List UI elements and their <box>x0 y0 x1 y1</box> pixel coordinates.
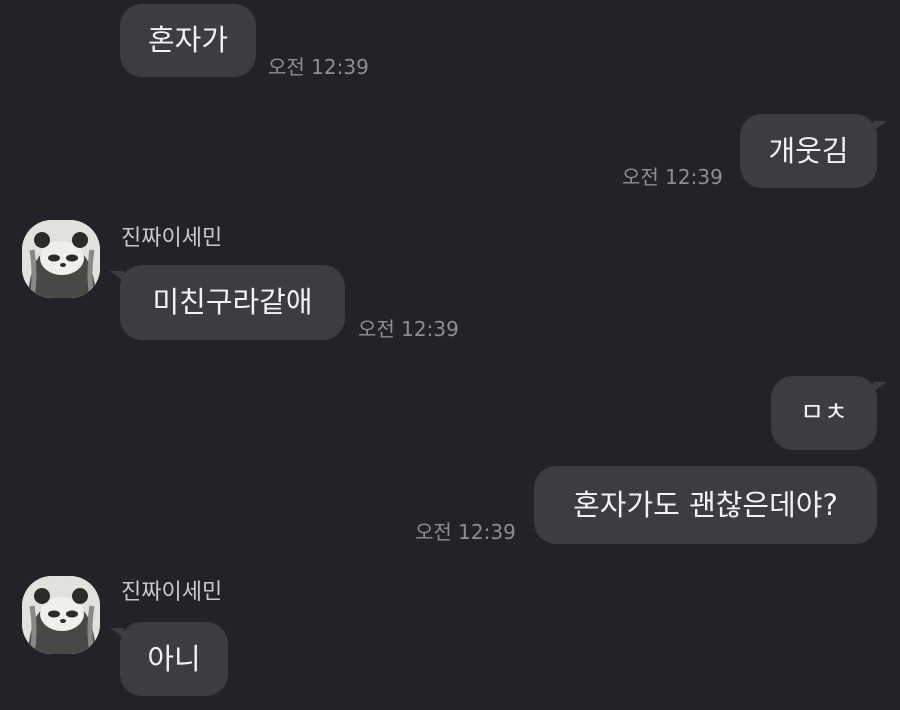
sender-avatar[interactable] <box>22 220 100 298</box>
message-text: 혼자가도 괜찮은데야? <box>573 487 838 522</box>
sender-avatar[interactable] <box>22 576 100 654</box>
message-bubble[interactable]: 미친구라같애 <box>120 265 345 340</box>
message-bubble[interactable]: ㅁㅊ <box>771 376 877 450</box>
message-text: 미친구라같애 <box>152 285 313 319</box>
message-bubble[interactable]: 개웃김 <box>740 114 877 188</box>
message-bubble[interactable]: 혼자가 <box>120 4 256 77</box>
sender-name: 진짜이세민 <box>121 580 223 605</box>
sender-name: 진짜이세민 <box>121 226 223 251</box>
message-timestamp: 오전 12:39 <box>358 317 459 341</box>
panda-avatar-icon <box>22 220 100 298</box>
panda-avatar-icon <box>22 576 100 654</box>
message-text: 개웃김 <box>768 133 849 168</box>
message-text: ㅁㅊ <box>800 398 848 428</box>
message-bubble[interactable]: 아니 <box>120 622 228 696</box>
message-bubble[interactable]: 혼자가도 괜찮은데야? <box>534 466 877 544</box>
message-text: 아니 <box>147 641 201 676</box>
message-timestamp: 오전 12:39 <box>415 520 516 544</box>
message-timestamp: 오전 12:39 <box>268 55 369 79</box>
message-timestamp: 오전 12:39 <box>622 165 723 189</box>
message-text: 혼자가 <box>147 23 229 57</box>
